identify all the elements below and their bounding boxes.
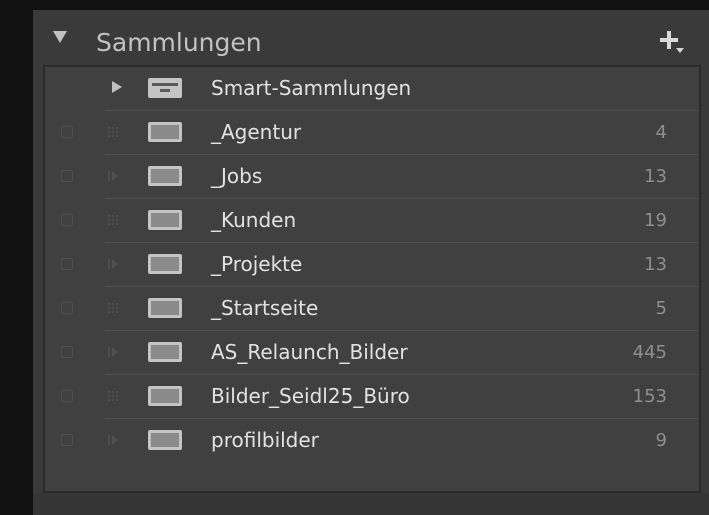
smart-collections-row[interactable]: Smart-Sammlungen	[45, 67, 699, 111]
collection-name: _Kunden	[211, 208, 297, 232]
collection-count: 445	[632, 342, 667, 363]
collection-icon	[148, 210, 182, 230]
sync-icon[interactable]	[106, 125, 120, 139]
collection-icon	[148, 166, 182, 186]
collection-icon	[148, 122, 182, 142]
target-checkbox[interactable]	[61, 390, 73, 402]
collection-count: 4	[655, 122, 667, 143]
collection-row[interactable]: _Agentur 4	[45, 111, 699, 155]
collection-name: _Jobs	[211, 164, 263, 188]
sync-arrow-icon[interactable]	[106, 433, 120, 447]
collection-icon	[148, 342, 182, 362]
collection-count: 19	[644, 210, 667, 231]
collection-icon	[148, 430, 182, 450]
collection-name: profilbilder	[211, 428, 319, 452]
collection-row[interactable]: AS_Relaunch_Bilder 445	[45, 331, 699, 375]
smart-collection-set-icon	[148, 78, 182, 98]
target-checkbox[interactable]	[61, 214, 73, 226]
target-checkbox[interactable]	[61, 126, 73, 138]
target-checkbox[interactable]	[61, 170, 73, 182]
collection-count: 9	[655, 430, 667, 451]
collections-list: Smart-Sammlungen _Agentur 4 _Jobs 13 _Ku…	[43, 65, 701, 493]
collection-icon	[148, 254, 182, 274]
panel-footer	[33, 493, 709, 515]
sync-icon[interactable]	[106, 389, 120, 403]
target-checkbox[interactable]	[61, 258, 73, 270]
target-checkbox[interactable]	[61, 434, 73, 446]
collection-name: _Startseite	[211, 296, 319, 320]
collection-row[interactable]: _Kunden 19	[45, 199, 699, 243]
collection-count: 5	[655, 298, 667, 319]
collections-panel: Sammlungen Smart-Sammlungen _Agentur 4 _…	[33, 10, 709, 515]
sync-arrow-icon[interactable]	[106, 169, 120, 183]
collection-count: 13	[644, 254, 667, 275]
collection-icon	[148, 298, 182, 318]
plus-dropdown-icon[interactable]	[654, 26, 686, 58]
sync-arrow-icon[interactable]	[106, 345, 120, 359]
expand-arrow-icon[interactable]	[111, 80, 123, 94]
collection-count: 153	[632, 386, 667, 407]
collection-name: _Agentur	[211, 120, 302, 144]
collection-row[interactable]: _Startseite 5	[45, 287, 699, 331]
collection-row[interactable]: Bilder_Seidl25_Büro 153	[45, 375, 699, 419]
smart-collections-label: Smart-Sammlungen	[211, 76, 412, 100]
sync-arrow-icon[interactable]	[106, 257, 120, 271]
collection-row[interactable]: _Jobs 13	[45, 155, 699, 199]
sync-icon[interactable]	[106, 301, 120, 315]
target-checkbox[interactable]	[61, 346, 73, 358]
collection-row[interactable]: profilbilder 9	[45, 419, 699, 463]
collection-row[interactable]: _Projekte 13	[45, 243, 699, 287]
collection-name: _Projekte	[211, 252, 303, 276]
collapse-arrow-icon[interactable]	[52, 29, 68, 45]
collection-name: Bilder_Seidl25_Büro	[211, 384, 410, 408]
target-checkbox[interactable]	[61, 302, 73, 314]
collection-icon	[148, 386, 182, 406]
collection-count: 13	[644, 166, 667, 187]
panel-title: Sammlungen	[96, 28, 262, 57]
collection-name: AS_Relaunch_Bilder	[211, 340, 408, 364]
sync-icon[interactable]	[106, 213, 120, 227]
